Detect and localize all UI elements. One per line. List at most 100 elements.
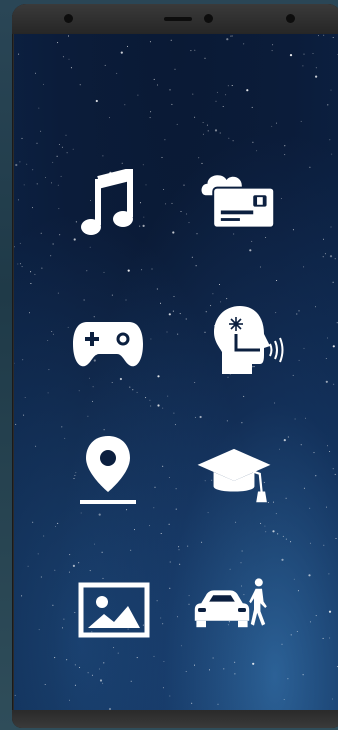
- star: [19, 161, 21, 163]
- star: [134, 529, 135, 531]
- earpiece-speaker: [164, 17, 192, 21]
- star: [80, 512, 82, 514]
- star: [206, 124, 208, 126]
- star: [63, 618, 65, 620]
- star: [271, 50, 273, 52]
- star: [40, 130, 42, 132]
- star: [330, 89, 332, 91]
- star: [38, 629, 40, 631]
- star: [219, 132, 221, 134]
- star: [183, 184, 185, 186]
- star: [333, 383, 335, 385]
- image-gallery-icon[interactable]: [74, 570, 154, 650]
- star: [161, 157, 163, 158]
- star: [103, 271, 105, 273]
- star: [246, 89, 249, 92]
- star: [169, 561, 171, 563]
- star: [177, 333, 179, 335]
- star: [243, 395, 245, 397]
- star: [129, 386, 131, 388]
- star: [194, 116, 196, 118]
- star: [52, 161, 54, 163]
- star: [130, 549, 132, 551]
- star: [279, 448, 280, 450]
- star: [168, 477, 170, 478]
- star: [323, 238, 324, 240]
- star: [216, 91, 218, 93]
- location-pin-icon[interactable]: [68, 430, 148, 510]
- star: [14, 362, 15, 364]
- star: [21, 595, 23, 597]
- star: [230, 35, 232, 37]
- star: [332, 468, 334, 470]
- graduation-cap-icon[interactable]: [194, 432, 274, 512]
- cloud-card-icon[interactable]: [198, 160, 278, 240]
- car-pedestrian-icon[interactable]: [190, 564, 270, 644]
- star: [149, 399, 151, 401]
- star: [15, 163, 18, 167]
- star: [280, 198, 282, 199]
- star: [141, 269, 143, 271]
- star: [284, 145, 286, 147]
- star: [109, 117, 110, 119]
- star: [27, 565, 29, 567]
- star: [149, 41, 151, 43]
- star: [160, 617, 162, 619]
- star: [194, 416, 196, 418]
- star: [225, 94, 227, 96]
- star: [23, 184, 25, 186]
- star: [103, 662, 105, 664]
- star: [154, 486, 156, 488]
- star: [102, 155, 104, 157]
- star: [241, 550, 243, 552]
- star: [169, 695, 171, 697]
- star: [87, 672, 89, 674]
- star: [332, 281, 334, 283]
- star: [102, 682, 104, 684]
- star: [64, 437, 66, 439]
- star: [40, 576, 42, 578]
- star: [297, 590, 299, 592]
- star: [14, 694, 16, 696]
- star: [111, 294, 113, 296]
- star: [256, 150, 258, 152]
- star: [191, 702, 193, 704]
- star: [32, 207, 33, 209]
- star: [19, 263, 21, 265]
- star: [164, 139, 166, 141]
- music-note-icon[interactable]: [68, 164, 148, 244]
- star: [150, 405, 152, 407]
- star: [150, 111, 152, 113]
- star: [186, 213, 188, 215]
- star: [305, 417, 306, 419]
- star: [215, 100, 217, 102]
- star: [136, 657, 138, 659]
- star: [323, 34, 325, 36]
- star: [52, 243, 54, 245]
- star: [61, 146, 63, 148]
- star: [104, 64, 106, 66]
- star: [223, 668, 225, 670]
- star: [334, 473, 336, 475]
- gamepad-icon[interactable]: [68, 302, 148, 382]
- star: [17, 199, 19, 201]
- star: [326, 506, 327, 508]
- star: [234, 673, 236, 675]
- star: [74, 664, 76, 666]
- star: [265, 531, 267, 533]
- star: [163, 661, 165, 662]
- star: [120, 51, 123, 54]
- star: [55, 526, 56, 527]
- star: [302, 65, 304, 67]
- star: [30, 283, 32, 284]
- star: [332, 698, 333, 700]
- star: [328, 610, 332, 613]
- star: [312, 53, 314, 54]
- star: [226, 298, 228, 300]
- star: [264, 525, 266, 527]
- voice-assistant-icon[interactable]: [210, 300, 290, 380]
- star: [29, 312, 30, 314]
- star: [78, 390, 80, 392]
- star: [272, 530, 275, 533]
- star: [300, 444, 302, 446]
